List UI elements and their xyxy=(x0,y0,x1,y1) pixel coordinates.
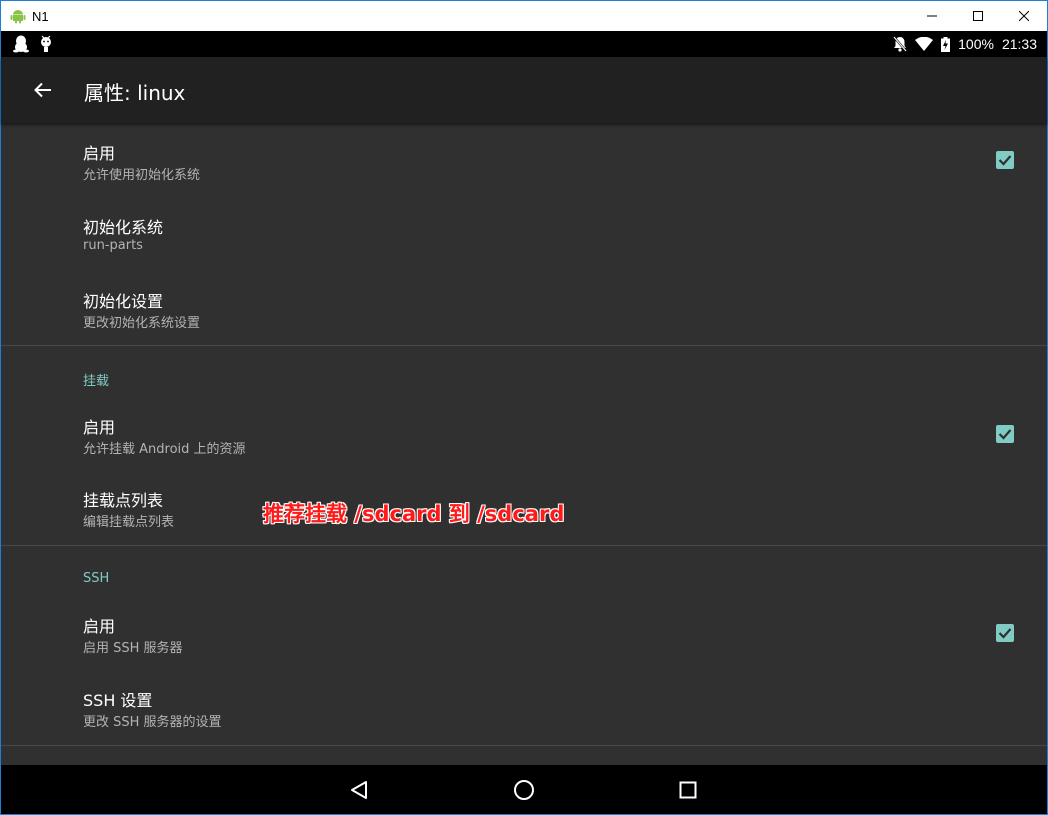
check-icon xyxy=(998,628,1012,639)
nav-back-icon xyxy=(351,781,367,799)
app-toolbar: 属性: linux xyxy=(1,57,1047,123)
status-right: 100% 21:33 xyxy=(893,31,1037,57)
maximize-button[interactable] xyxy=(955,1,1001,31)
pref-summary: 允许使用初始化系统 xyxy=(83,168,201,183)
maximize-icon xyxy=(973,11,983,21)
window-title: N1 xyxy=(32,8,49,24)
init-enable-checkbox[interactable] xyxy=(996,151,1014,169)
pref-summary: 更改初始化系统设置 xyxy=(83,316,201,331)
minimize-button[interactable] xyxy=(909,1,955,31)
nav-home-button[interactable] xyxy=(511,777,537,803)
pref-mount-enable[interactable]: 启用 允许挂载 Android 上的资源 xyxy=(1,397,1047,471)
battery-percent: 100% xyxy=(958,36,994,52)
category-ssh: SSH xyxy=(83,571,110,586)
section-divider xyxy=(1,545,1047,546)
pref-title: 启用 xyxy=(83,617,116,636)
nav-back-button[interactable] xyxy=(346,777,372,803)
pref-init-settings[interactable]: 初始化设置 更改初始化系统设置 xyxy=(1,271,1047,345)
window-controls xyxy=(909,1,1047,31)
qq-penguin-icon xyxy=(13,35,29,53)
pref-init-enable[interactable]: 启用 允许使用初始化系统 xyxy=(1,123,1047,197)
status-time: 21:33 xyxy=(1001,36,1037,52)
android-debug-icon xyxy=(41,35,51,52)
arrow-back-icon xyxy=(34,82,51,98)
pref-title: 初始化设置 xyxy=(83,292,164,311)
pref-title: 挂载点列表 xyxy=(83,491,164,510)
mount-enable-checkbox[interactable] xyxy=(996,425,1014,443)
pref-summary: 编辑挂载点列表 xyxy=(83,515,175,530)
nav-recents-icon xyxy=(679,781,697,799)
pref-init-system[interactable]: 初始化系统 run-parts xyxy=(1,197,1047,271)
status-bar: 100% 21:33 xyxy=(1,31,1047,57)
pref-summary: 启用 SSH 服务器 xyxy=(83,641,183,656)
pref-ssh-enable[interactable]: 启用 启用 SSH 服务器 xyxy=(1,596,1047,670)
category-mount: 挂载 xyxy=(83,374,110,389)
navigation-bar xyxy=(1,765,1047,814)
status-left-icons xyxy=(13,35,53,53)
page-title: 属性: linux xyxy=(84,81,186,105)
preferences-list[interactable]: 启用 允许使用初始化系统 初始化系统 run-parts 初始化设置 更改初始化… xyxy=(1,123,1047,765)
minimize-icon xyxy=(927,15,937,17)
wifi-icon xyxy=(915,37,934,51)
ssh-enable-checkbox[interactable] xyxy=(996,624,1014,642)
battery-charging-icon xyxy=(941,36,951,52)
close-button[interactable] xyxy=(1001,1,1047,31)
pref-title: SSH 设置 xyxy=(83,691,153,710)
nav-recents-button[interactable] xyxy=(675,777,701,803)
close-icon xyxy=(1019,11,1029,21)
pref-summary: run-parts xyxy=(83,238,143,253)
nav-home-icon xyxy=(514,780,534,800)
window-titlebar[interactable]: N1 xyxy=(0,0,1048,31)
pref-title: 初始化系统 xyxy=(83,218,164,237)
notifications-off-icon xyxy=(893,36,907,52)
pref-title: 启用 xyxy=(83,144,116,163)
pref-title: 启用 xyxy=(83,418,116,437)
check-icon xyxy=(998,155,1012,166)
back-button[interactable] xyxy=(27,74,59,106)
annotation-text: 推荐挂载 /sdcard 到 /sdcard xyxy=(263,502,565,526)
pref-summary: 更改 SSH 服务器的设置 xyxy=(83,715,222,730)
check-icon xyxy=(998,429,1012,440)
section-divider xyxy=(1,745,1047,746)
pref-summary: 允许挂载 Android 上的资源 xyxy=(83,442,246,457)
android-icon xyxy=(10,8,26,24)
section-divider xyxy=(1,345,1047,346)
pref-ssh-settings[interactable]: SSH 设置 更改 SSH 服务器的设置 xyxy=(1,670,1047,744)
